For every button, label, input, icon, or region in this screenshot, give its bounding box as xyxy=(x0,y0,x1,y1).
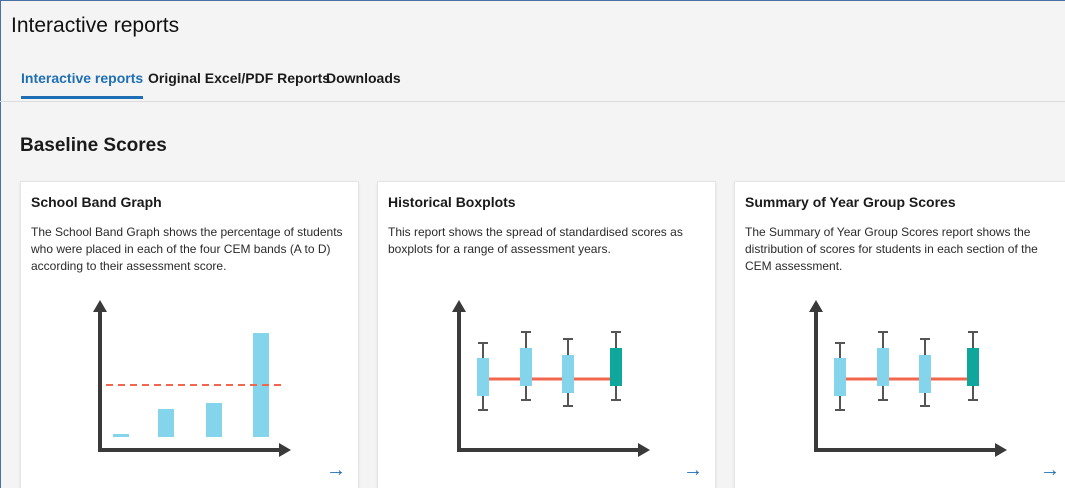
boxplot-illustration-icon xyxy=(809,300,1007,457)
report-card-historical-boxplots[interactable]: Historical Boxplots This report shows th… xyxy=(377,181,716,488)
bar-chart-illustration-icon xyxy=(93,300,291,457)
tab-bar: Interactive reports Original Excel/PDF R… xyxy=(0,60,1065,102)
card-title: Summary of Year Group Scores xyxy=(745,194,956,210)
arrow-right-icon[interactable]: → xyxy=(326,460,346,480)
tab-downloads[interactable]: Downloads xyxy=(326,70,401,96)
arrow-right-icon[interactable]: → xyxy=(1040,460,1060,480)
card-description: The Summary of Year Group Scores report … xyxy=(745,225,1038,273)
report-card-summary-of-year-group-scores[interactable]: Summary of Year Group Scores The Summary… xyxy=(734,181,1065,488)
card-title: School Band Graph xyxy=(31,194,162,210)
tab-original-excel-pdf-reports[interactable]: Original Excel/PDF Reports xyxy=(148,70,330,96)
boxplot-illustration-icon xyxy=(452,300,650,457)
card-description: This report shows the spread of standard… xyxy=(388,225,683,256)
card-description: The School Band Graph shows the percenta… xyxy=(31,225,343,273)
section-title: Baseline Scores xyxy=(20,135,167,156)
page-title: Interactive reports xyxy=(11,14,180,37)
tab-interactive-reports[interactable]: Interactive reports xyxy=(21,70,144,99)
arrow-right-icon[interactable]: → xyxy=(683,460,703,480)
card-title: Historical Boxplots xyxy=(388,194,516,210)
report-card-school-band-graph[interactable]: School Band Graph The School Band Graph … xyxy=(20,181,359,488)
